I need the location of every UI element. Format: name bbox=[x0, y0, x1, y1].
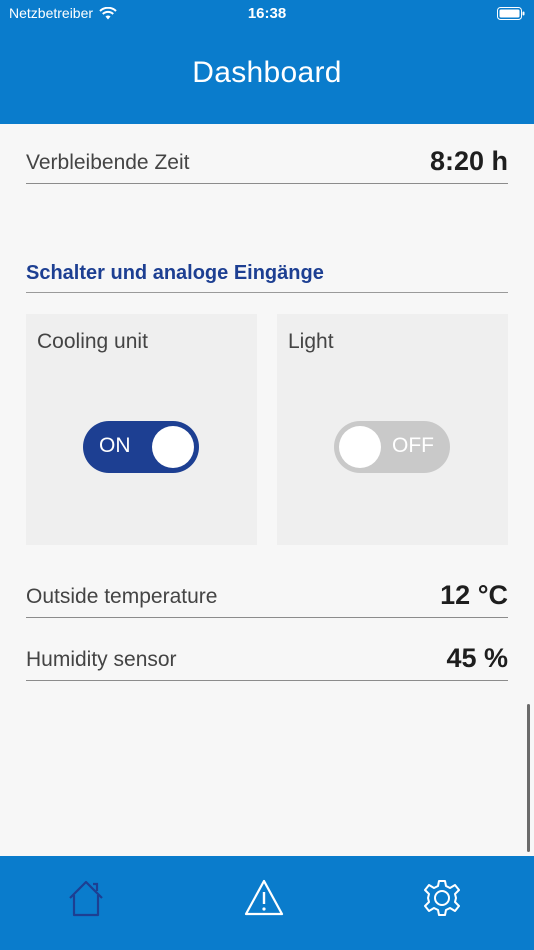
home-icon bbox=[69, 880, 103, 917]
section-heading: Schalter und analoge Eingänge bbox=[26, 248, 508, 293]
battery-icon bbox=[497, 7, 525, 20]
app-header: Netzbetreiber 16:38 Dashboard bbox=[0, 0, 534, 124]
remaining-time-value: 8:20 h bbox=[429, 146, 508, 176]
toggle-knob bbox=[339, 426, 381, 468]
cooling-unit-toggle[interactable]: ON bbox=[83, 421, 199, 473]
outside-temperature-label: Outside temperature bbox=[26, 585, 218, 608]
humidity-sensor-label: Humidity sensor bbox=[26, 648, 177, 671]
humidity-sensor-row: Humidity sensor 45 % bbox=[26, 636, 508, 681]
switch-card-cooling-unit: Cooling unit ON bbox=[26, 314, 257, 545]
page-title: Dashboard bbox=[192, 56, 342, 89]
light-toggle[interactable]: OFF bbox=[334, 421, 450, 473]
toggle-state-label: OFF bbox=[392, 434, 434, 457]
warning-icon bbox=[244, 879, 284, 916]
status-time: 16:38 bbox=[247, 5, 287, 22]
tab-bar bbox=[0, 856, 534, 950]
outside-temperature-row: Outside temperature 12 °C bbox=[26, 573, 508, 618]
dashboard-content[interactable]: Verbleibende Zeit 8:20 h Schalter und an… bbox=[0, 124, 534, 856]
switch-label-light: Light bbox=[288, 330, 334, 353]
tab-home[interactable] bbox=[64, 876, 108, 920]
tab-settings[interactable] bbox=[420, 876, 464, 920]
remaining-time-label: Verbleibende Zeit bbox=[26, 151, 190, 174]
section-title: Schalter und analoge Eingänge bbox=[26, 262, 324, 284]
outside-temperature-value: 12 °C bbox=[440, 580, 508, 610]
toggle-knob bbox=[152, 426, 194, 468]
toggle-state-label: ON bbox=[99, 434, 131, 457]
tab-alerts[interactable] bbox=[242, 876, 286, 920]
scrollbar[interactable] bbox=[527, 704, 530, 852]
switch-label-cooling-unit: Cooling unit bbox=[37, 330, 148, 353]
humidity-sensor-value: 45 % bbox=[446, 643, 508, 673]
switch-card-light: Light OFF bbox=[277, 314, 508, 545]
settings-gear-icon bbox=[424, 880, 460, 916]
remaining-time-row: Verbleibende Zeit 8:20 h bbox=[26, 139, 508, 184]
status-bar: Netzbetreiber 16:38 bbox=[0, 0, 534, 28]
